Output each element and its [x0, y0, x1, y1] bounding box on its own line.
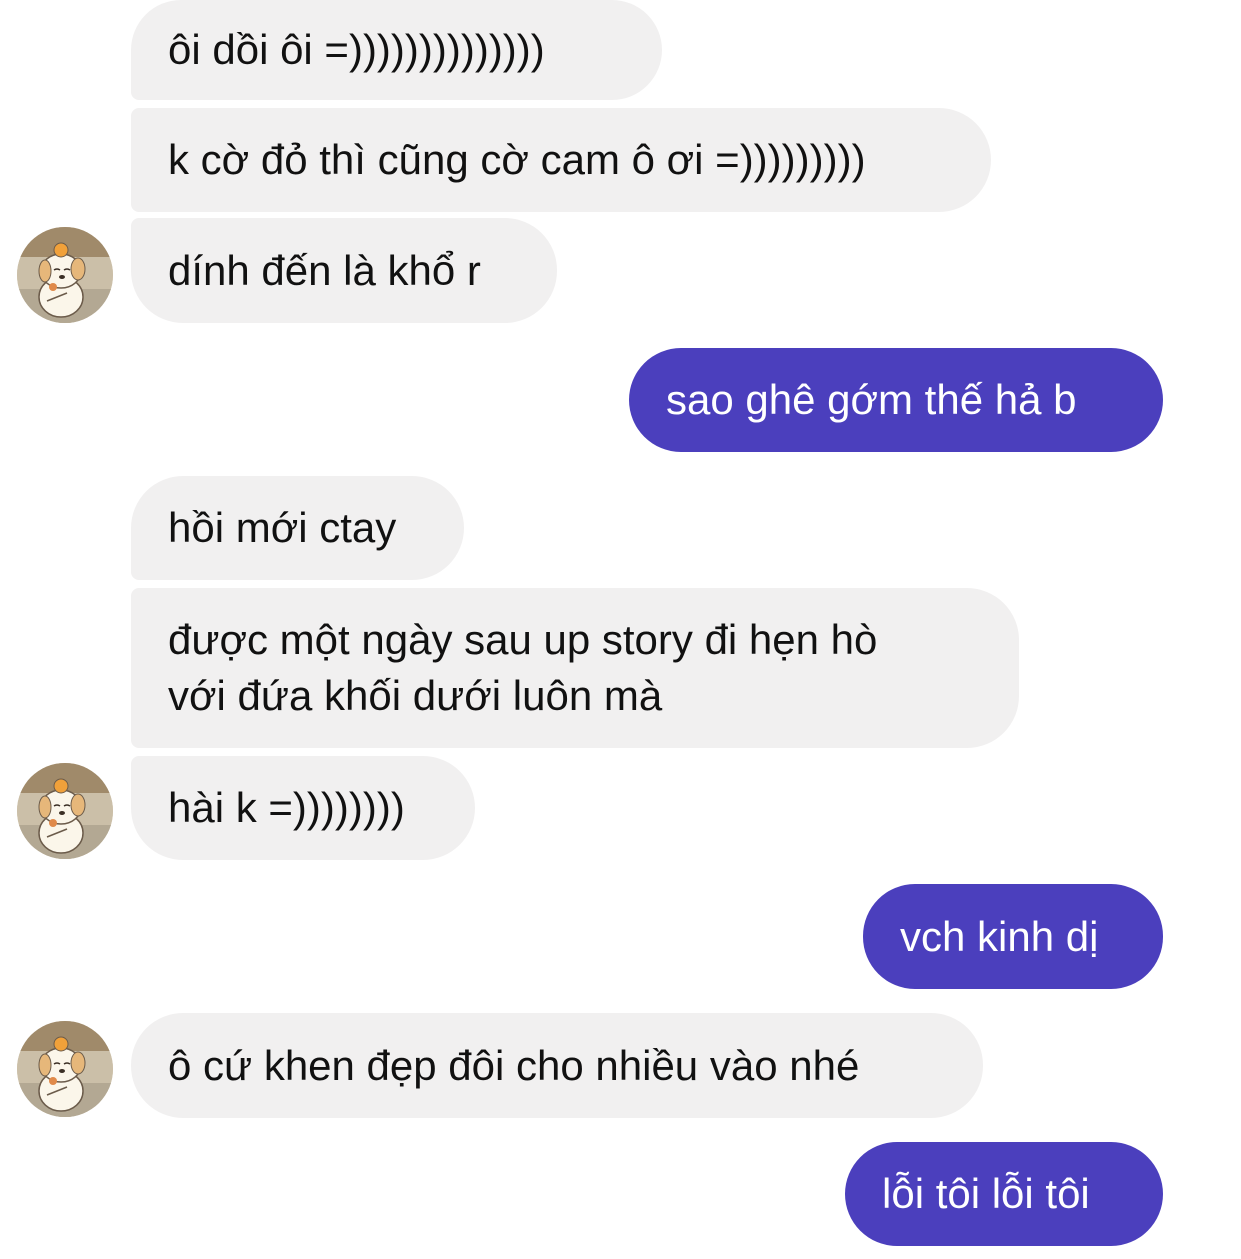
contact-avatar[interactable]	[17, 1021, 113, 1117]
incoming-message[interactable]: được một ngày sau up story đi hẹn hò với…	[131, 588, 1019, 748]
message-text-line: được một ngày sau up story đi hẹn hò	[168, 616, 878, 663]
puppy-avatar-icon	[17, 763, 113, 859]
message-text: k cờ đỏ thì cũng cờ cam ô ơi =)))))))))	[168, 136, 866, 183]
incoming-message[interactable]: dính đến là khổ r	[131, 218, 557, 323]
contact-avatar[interactable]	[17, 227, 113, 323]
outgoing-message[interactable]: lỗi tôi lỗi tôi	[845, 1142, 1163, 1246]
message-text: hồi mới ctay	[168, 504, 397, 551]
outgoing-message[interactable]: vch kinh dị	[863, 884, 1163, 989]
incoming-message[interactable]: ô cứ khen đẹp đôi cho nhiều vào nhé	[131, 1013, 983, 1118]
contact-avatar[interactable]	[17, 763, 113, 859]
puppy-avatar-icon	[17, 227, 113, 323]
message-text: lỗi tôi lỗi tôi	[882, 1170, 1090, 1217]
outgoing-message[interactable]: sao ghê gớm thế hả b	[629, 348, 1163, 452]
incoming-message[interactable]: hồi mới ctay	[131, 476, 464, 580]
message-text: vch kinh dị	[900, 913, 1099, 960]
incoming-message[interactable]: k cờ đỏ thì cũng cờ cam ô ơi =)))))))))	[131, 108, 991, 212]
message-text: sao ghê gớm thế hả b	[666, 376, 1077, 423]
incoming-message[interactable]: ôi dồi ôi =))))))))))))))	[131, 0, 662, 100]
message-text: hài k =))))))))	[168, 784, 405, 831]
puppy-avatar-icon	[17, 1021, 113, 1117]
message-text: dính đến là khổ r	[168, 247, 481, 294]
message-text: ôi dồi ôi =))))))))))))))	[168, 26, 545, 73]
incoming-message[interactable]: hài k =))))))))	[131, 756, 475, 860]
message-text-line: với đứa khối dưới luôn mà	[168, 672, 663, 719]
message-text: ô cứ khen đẹp đôi cho nhiều vào nhé	[168, 1042, 860, 1089]
